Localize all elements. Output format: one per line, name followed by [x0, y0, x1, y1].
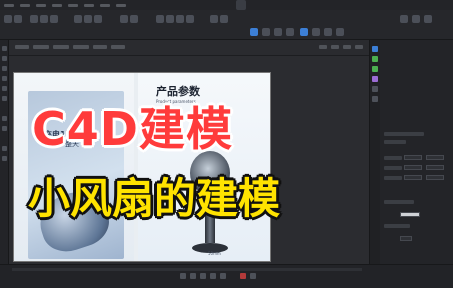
dimension-label: 50mm [208, 251, 221, 256]
menu-item[interactable] [100, 3, 110, 7]
brush-tool-icon[interactable] [2, 116, 7, 121]
axis-mode-icon[interactable] [2, 156, 7, 161]
attribute-label [384, 176, 402, 180]
deformer-icon[interactable] [186, 15, 194, 23]
loop-cut-icon[interactable] [2, 96, 7, 101]
cube-icon[interactable] [156, 15, 164, 23]
next-frame-icon[interactable] [210, 273, 216, 279]
cameras-menu[interactable] [33, 45, 49, 49]
attribute-field[interactable] [400, 236, 412, 241]
right-heading: 产品参数 [156, 85, 200, 98]
layers-tab-icon[interactable] [372, 66, 378, 72]
spline-icon[interactable] [166, 15, 174, 23]
go-to-start-icon[interactable] [180, 273, 186, 279]
menu-item[interactable] [116, 3, 126, 7]
panel-tab-strip [370, 40, 380, 264]
filter-menu[interactable] [93, 45, 107, 49]
x-axis-icon[interactable] [74, 15, 82, 23]
attribute-label [384, 166, 402, 170]
color-swatch[interactable] [400, 212, 420, 217]
objects-icon[interactable] [424, 15, 432, 23]
undo-icon[interactable] [4, 15, 12, 23]
objects-tab-icon[interactable] [372, 46, 378, 52]
viewport-rotate-icon[interactable] [343, 45, 351, 49]
knife-tool-icon[interactable] [2, 66, 7, 71]
timeline-bar [0, 264, 453, 288]
left-tool-strip [0, 40, 9, 264]
y-axis-icon[interactable] [84, 15, 92, 23]
model-mode-icon[interactable] [250, 28, 258, 36]
overlay-subtitle: 小风扇的建模 [28, 174, 281, 223]
reference-image: 充电1次 清凉一整天 产品参数 Product parameters 50mm [13, 72, 271, 262]
layers-icon[interactable] [412, 15, 420, 23]
point-mode-icon[interactable] [262, 28, 270, 36]
edge-mode-icon[interactable] [274, 28, 282, 36]
extrude-tool-icon[interactable] [2, 76, 7, 81]
camera-icon[interactable] [220, 15, 228, 23]
menu-item[interactable] [68, 3, 78, 7]
attribute-label [384, 132, 424, 136]
attribute-field[interactable] [426, 175, 444, 180]
symmetry-icon[interactable] [324, 28, 332, 36]
menu-item[interactable] [84, 3, 94, 7]
move-tool-icon[interactable] [30, 15, 38, 23]
takes-tab-icon[interactable] [372, 56, 378, 62]
attribute-field[interactable] [426, 165, 444, 170]
texture-mode-icon[interactable] [2, 146, 7, 151]
menu-item[interactable] [4, 3, 14, 7]
panel-menu[interactable] [111, 45, 125, 49]
display-menu[interactable] [53, 45, 69, 49]
structure-tab-icon[interactable] [372, 86, 378, 92]
attributes-tab-icon[interactable] [372, 96, 378, 102]
previous-frame-icon[interactable] [190, 273, 196, 279]
light-icon[interactable] [210, 15, 218, 23]
redo-icon[interactable] [14, 15, 22, 23]
attribute-label [384, 224, 410, 228]
main-toolbar [0, 10, 453, 40]
go-to-end-icon[interactable] [220, 273, 226, 279]
polygon-mode-icon[interactable] [286, 28, 294, 36]
viewport-move-icon[interactable] [319, 45, 327, 49]
viewport-zoom-icon[interactable] [331, 45, 339, 49]
attribute-label [384, 140, 406, 144]
layout-label[interactable] [236, 0, 246, 10]
search-icon[interactable] [400, 15, 408, 23]
record-keyframe-icon[interactable] [240, 273, 246, 279]
attribute-field[interactable] [426, 155, 444, 160]
menu-item[interactable] [20, 3, 30, 7]
z-axis-icon[interactable] [94, 15, 102, 23]
render-icon[interactable] [120, 15, 128, 23]
attribute-field[interactable] [404, 165, 422, 170]
magnet-tool-icon[interactable] [2, 126, 7, 131]
rotate-tool-icon[interactable] [50, 15, 58, 23]
solo-icon[interactable] [336, 28, 344, 36]
attribute-label [384, 156, 402, 160]
menu-bar [0, 0, 453, 10]
render-settings-icon[interactable] [130, 15, 138, 23]
generator-icon[interactable] [176, 15, 184, 23]
autokey-icon[interactable] [250, 273, 256, 279]
scale-tool-icon[interactable] [40, 15, 48, 23]
view-menu[interactable] [15, 45, 29, 49]
play-icon[interactable] [200, 273, 206, 279]
timeline-track[interactable] [12, 268, 362, 271]
attribute-label [384, 200, 414, 204]
snap-icon[interactable] [300, 28, 308, 36]
attribute-field[interactable] [404, 155, 422, 160]
menu-item[interactable] [36, 3, 46, 7]
select-tool-icon[interactable] [2, 46, 7, 51]
menu-item[interactable] [52, 3, 62, 7]
viewport-header [9, 40, 369, 56]
overlay-title: C4D建模 [32, 102, 233, 156]
live-select-icon[interactable] [2, 56, 7, 61]
bevel-tool-icon[interactable] [2, 86, 7, 91]
content-browser-icon[interactable] [372, 76, 378, 82]
attribute-field[interactable] [404, 175, 422, 180]
workplane-icon[interactable] [312, 28, 320, 36]
options-menu[interactable] [73, 45, 89, 49]
viewport-layout-icon[interactable] [355, 45, 363, 49]
attributes-panel [369, 40, 453, 264]
